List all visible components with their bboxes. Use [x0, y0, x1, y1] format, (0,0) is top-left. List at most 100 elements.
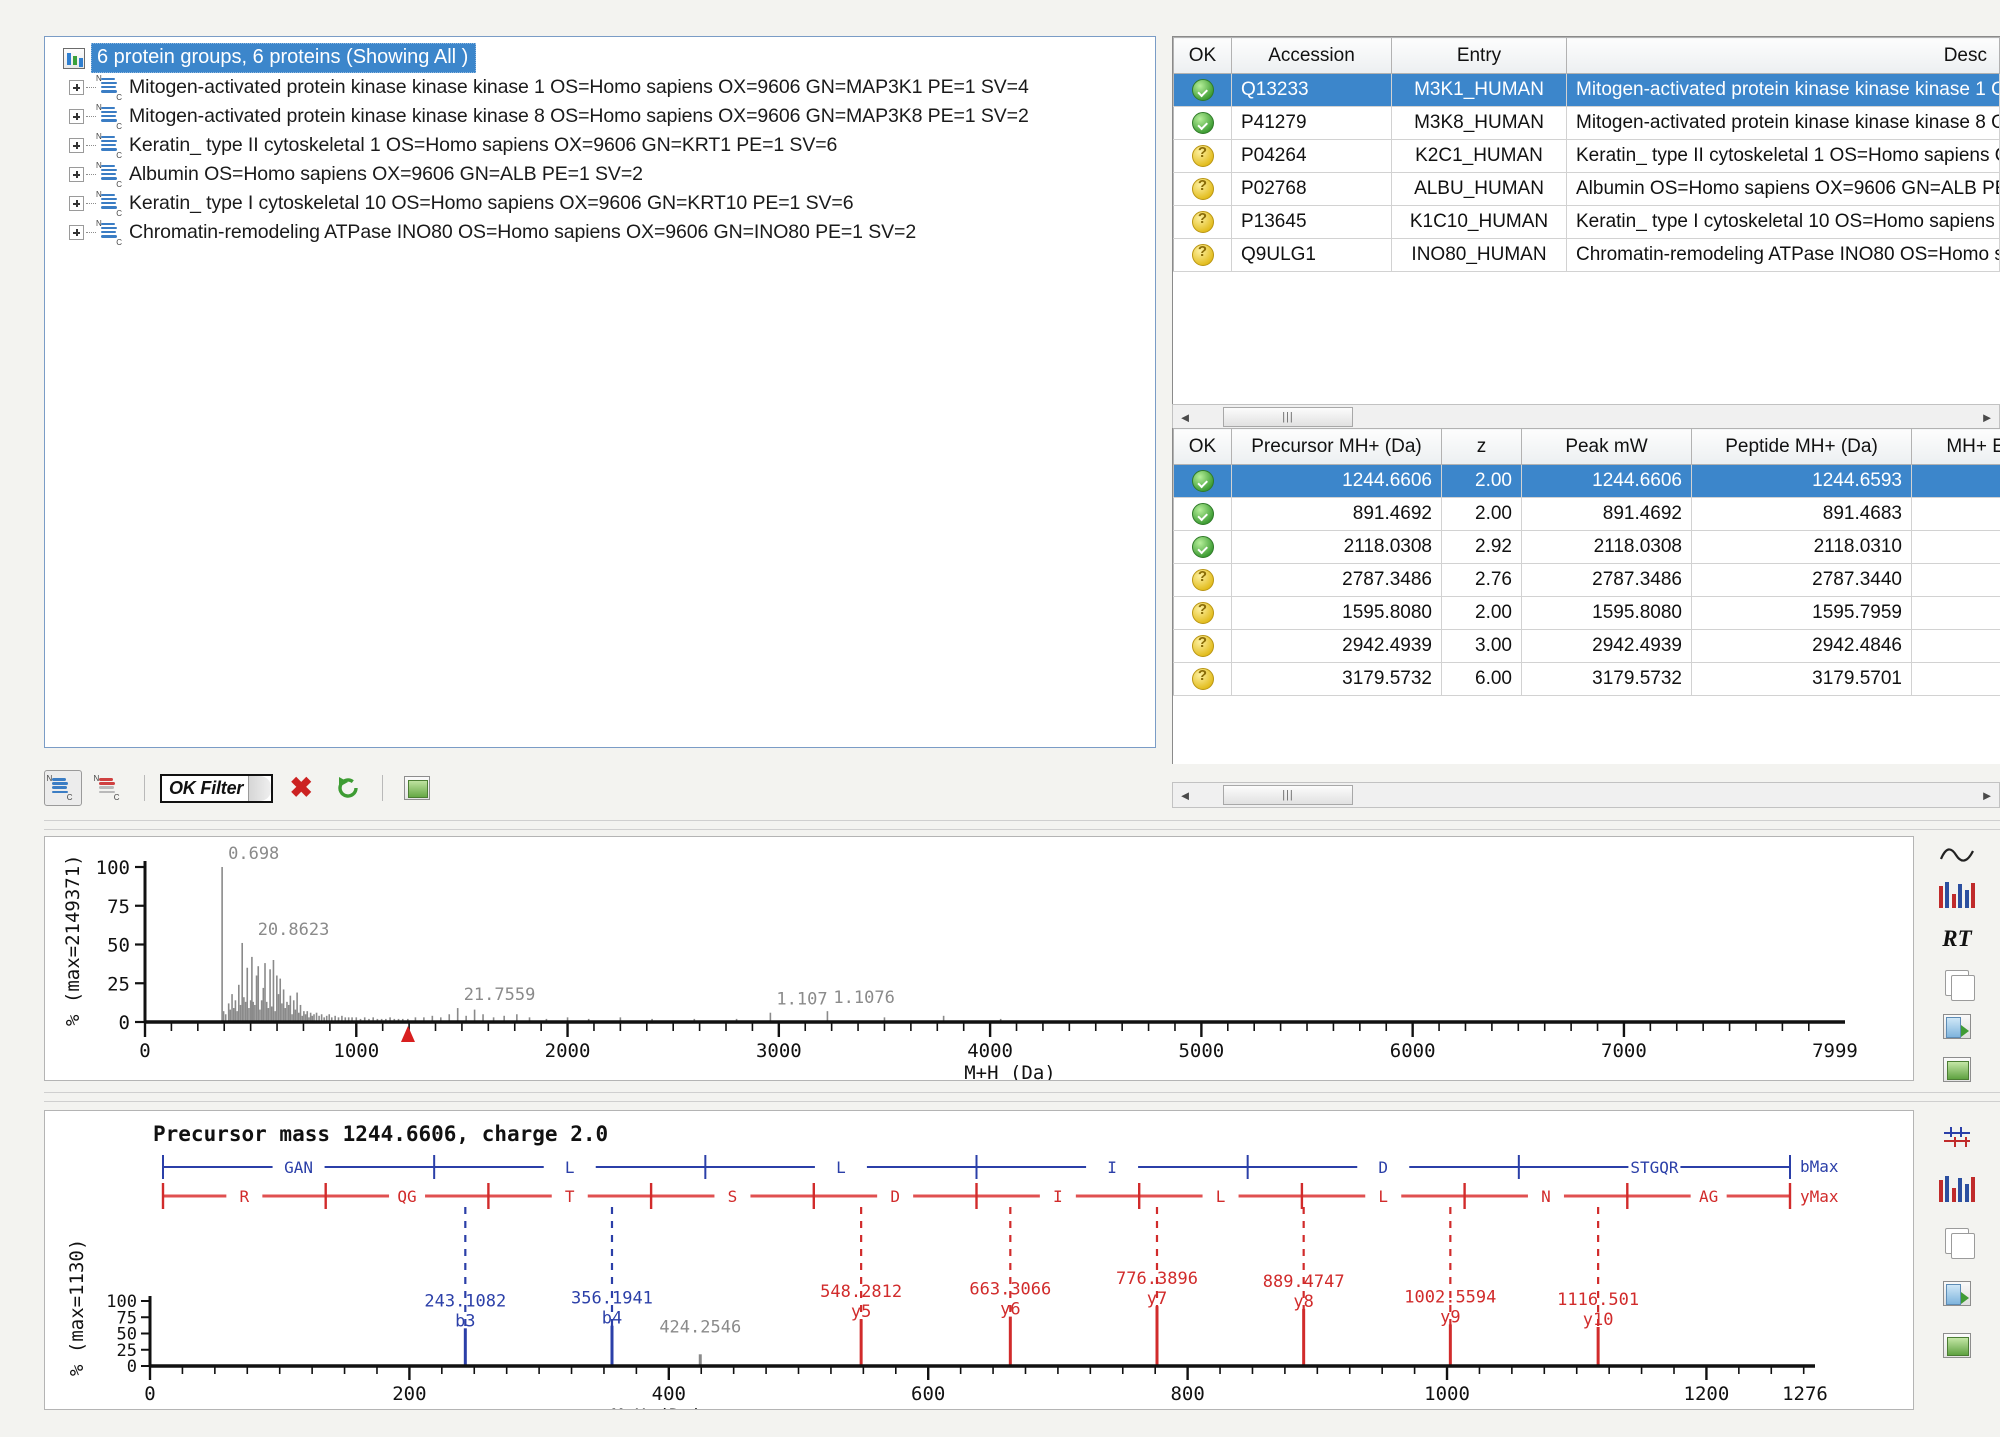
peptide-peakmw-cell: 3179.5732	[1521, 662, 1692, 696]
fragment-spectrum-chart: Precursor mass 1244.6606, charge 2.0 GAN L…	[66, 1122, 1839, 1409]
image-icon[interactable]	[1937, 1057, 1977, 1082]
fragment-y-axis-label: % (max=1130)	[66, 1239, 88, 1376]
copy-icon[interactable]	[1937, 1224, 1977, 1259]
peptide-row-1[interactable]: 891.46922.00891.4692891.46830.0009	[1173, 497, 2000, 531]
peptide-row-3[interactable]: 2787.34862.762787.34862787.34400.0046	[1173, 563, 2000, 597]
image-icon[interactable]	[1937, 1328, 1977, 1362]
y-ion-mz-label: 548.2812	[820, 1282, 902, 1302]
peptide-peakmw-cell: 1244.6606	[1521, 464, 1692, 498]
protein-ok-cell	[1173, 139, 1232, 173]
expand-icon[interactable]	[69, 109, 84, 124]
survey-ytick: 75	[107, 896, 130, 918]
peptide-view-button[interactable]: N C	[91, 770, 129, 806]
tree-item-5[interactable]: N C Chromatin-remodeling ATPase INO80 OS=H…	[51, 218, 1151, 247]
scroll-left-icon[interactable]: ◄	[1173, 405, 1197, 429]
protein-blue-icon: N C	[46, 774, 73, 802]
protein-row-0[interactable]: Q13233 M3K1_HUMAN Mitogen-activated protei…	[1173, 73, 2000, 107]
peptide-row-5[interactable]: 2942.49393.002942.49392942.48460.0094	[1173, 629, 2000, 663]
expand-icon[interactable]	[69, 167, 84, 182]
save-image-button[interactable]	[398, 770, 436, 806]
tree-item-3[interactable]: N C Albumin OS=Homo sapiens OX=9606 GN=ALB…	[51, 160, 1151, 189]
peptide-col-ok[interactable]: OK	[1173, 428, 1232, 465]
protein-col-accession[interactable]: Accession	[1231, 37, 1392, 74]
y-ion-residue-label: R	[240, 1187, 250, 1206]
protein-col-ok[interactable]: OK	[1173, 37, 1232, 74]
top-area: 6 protein groups, 6 proteins (Showing Al…	[0, 0, 2000, 826]
peptide-z-cell: 2.76	[1441, 563, 1522, 597]
expand-icon[interactable]	[69, 225, 84, 240]
protein-table-panel[interactable]: OK Accession Entry Desc Q13233 M3K1_HUMAN…	[1172, 36, 2000, 406]
protein-tree-panel[interactable]: 6 protein groups, 6 proteins (Showing Al…	[44, 36, 1156, 748]
peptide-col-z[interactable]: z	[1441, 428, 1522, 465]
tree-item-0[interactable]: N C Mitogen-activated protein kinase kinas…	[51, 73, 1151, 102]
expand-icon[interactable]	[69, 80, 84, 95]
survey-spectrum-panel[interactable]: % (max=2149371) 0 25 50 75 100 0 1000 2000 3000 40…	[44, 836, 1914, 1081]
peptide-scroll-thumb[interactable]: |||	[1223, 785, 1353, 805]
protein-col-description[interactable]: Desc	[1566, 37, 2000, 74]
protein-entry-cell: K1C10_HUMAN	[1391, 205, 1567, 239]
protein-icon: NC	[96, 131, 122, 160]
survey-xtick: 7999	[1812, 1040, 1858, 1062]
fragment-xtick: 400	[652, 1383, 686, 1405]
protein-col-entry[interactable]: Entry	[1391, 37, 1567, 74]
reset-filter-button[interactable]	[329, 770, 367, 806]
export-icon[interactable]	[1937, 1014, 1977, 1039]
bars-icon[interactable]	[1937, 1172, 1977, 1206]
expand-icon[interactable]	[69, 138, 84, 153]
export-icon[interactable]	[1937, 1276, 1977, 1310]
protein-row-5[interactable]: Q9ULG1INO80_HUMANChromatin-remodeling AT…	[1173, 238, 2000, 272]
protein-view-button[interactable]: N C	[44, 770, 82, 806]
peptide-row-0[interactable]: 1244.66062.001244.66061244.65930.0013	[1173, 464, 2000, 498]
peptide-error-cell: 0.0046	[1911, 563, 2000, 597]
protein-scroll-thumb[interactable]: |||	[1223, 407, 1353, 427]
tree-item-1[interactable]: N C Mitogen-activated protein kinase kinas…	[51, 102, 1151, 131]
scroll-right-icon-2[interactable]: ►	[1975, 783, 1999, 807]
protein-row-4[interactable]: P13645K1C10_HUMANKeratin_ type I cytoske…	[1173, 205, 2000, 239]
peptide-table-panel[interactable]: OK Precursor MH+ (Da) z Peak mW Peptide …	[1172, 428, 2000, 764]
peptide-ok-cell	[1173, 464, 1232, 498]
y-max-label: yMax	[1800, 1187, 1839, 1206]
panel-divider-top[interactable]	[44, 820, 2000, 830]
wave-icon[interactable]	[1937, 846, 1977, 864]
expand-icon[interactable]	[69, 196, 84, 211]
survey-xtick: 6000	[1390, 1040, 1436, 1062]
protein-row-3[interactable]: P02768ALBU_HUMANAlbumin OS=Homo sapiens …	[1173, 172, 2000, 206]
rt-icon[interactable]: RT	[1937, 926, 1977, 952]
tree-item-4[interactable]: N C Keratin_ type I cytoskeletal 10 OS=Hom…	[51, 189, 1151, 218]
copy-icon[interactable]	[1937, 970, 1977, 1001]
protein-scroll-track[interactable]: |||	[1197, 405, 1975, 429]
protein-icon: NC	[96, 218, 122, 247]
ok-filter-toggle[interactable]: OK Filter	[160, 773, 274, 803]
protein-ok-cell	[1173, 172, 1232, 206]
scroll-right-icon[interactable]: ►	[1975, 405, 1999, 429]
tree-item-2[interactable]: N C Keratin_ type II cytoskeletal 1 OS=Hom…	[51, 131, 1151, 160]
panel-divider-bottom[interactable]	[44, 1092, 2000, 1102]
protein-row-2[interactable]: P04264K2C1_HUMANKeratin_ type II cytoske…	[1173, 139, 2000, 173]
clear-filter-button[interactable]: ✖	[282, 770, 320, 806]
peptide-precursor-cell: 2118.0308	[1231, 530, 1442, 564]
bars-icon[interactable]	[1937, 882, 1977, 908]
survey-peak-label: 0.698	[228, 844, 279, 864]
peptide-col-precursor[interactable]: Precursor MH+ (Da)	[1231, 428, 1442, 465]
peptide-table-hscrollbar[interactable]: ◄ ||| ►	[1172, 782, 2000, 808]
peptide-row-4[interactable]: 1595.80802.001595.80801595.79590.0121	[1173, 596, 2000, 630]
peptide-row-2[interactable]: 2118.03082.922118.03082118.0310-0.0002	[1173, 530, 2000, 564]
peptide-col-peptide[interactable]: Peptide MH+ (Da)	[1691, 428, 1912, 465]
protein-table-hscrollbar[interactable]: ◄ ||| ►	[1172, 404, 2000, 430]
protein-row-1[interactable]: P41279 M3K8_HUMAN Mitogen-activated protei…	[1173, 106, 2000, 140]
peptide-col-peak-mw[interactable]: Peak mW	[1521, 428, 1692, 465]
precursor-marker-icon[interactable]	[400, 1026, 415, 1042]
survey-xtick: 3000	[756, 1040, 802, 1062]
peptide-scroll-track[interactable]: |||	[1197, 783, 1975, 807]
tree-root-node[interactable]: 6 protein groups, 6 proteins (Showing Al…	[51, 43, 1151, 73]
ladder-icon[interactable]	[1937, 1120, 1977, 1154]
protein-ok-cell	[1173, 73, 1232, 107]
peptide-col-error[interactable]: MH+ Error (Da)	[1911, 428, 2000, 465]
ok-filter-knob[interactable]	[248, 775, 272, 801]
fragment-xtick: 1276	[1782, 1383, 1828, 1405]
peptide-row-6[interactable]: 3179.57326.003179.57323179.57010.0032	[1173, 662, 2000, 696]
scroll-left-icon-2[interactable]: ◄	[1173, 783, 1197, 807]
fragment-spectrum-panel[interactable]: Precursor mass 1244.6606, charge 2.0 GAN L…	[44, 1110, 1914, 1410]
b-ion-residue-label: STGQR	[1630, 1158, 1679, 1177]
survey-ytick: 0	[119, 1012, 130, 1034]
